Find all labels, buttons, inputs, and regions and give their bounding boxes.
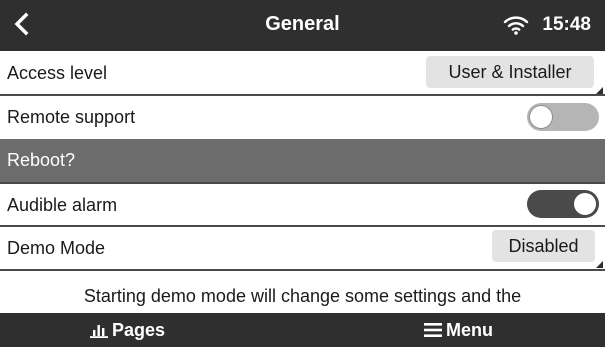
- access-level-row: Access level User & Installer: [0, 51, 605, 94]
- pages-label: Pages: [112, 320, 166, 340]
- remote-support-row: Remote support: [0, 96, 605, 139]
- dropdown-corner-icon: [596, 261, 603, 268]
- app-screen: General 15:48 Access level User & Instal…: [0, 0, 605, 347]
- reboot-button[interactable]: Reboot?: [0, 139, 605, 182]
- menu-label: Menu: [446, 320, 493, 340]
- clock: 15:48: [542, 14, 591, 35]
- pages-button[interactable]: Pages: [0, 313, 302, 347]
- demo-mode-select[interactable]: Disabled: [492, 230, 595, 262]
- reboot-label: Reboot?: [7, 150, 76, 170]
- audible-alarm-toggle[interactable]: [527, 190, 599, 218]
- toggle-knob: [529, 105, 553, 129]
- demo-mode-label: Demo Mode: [7, 238, 106, 258]
- footer-bar: Pages Menu: [0, 313, 605, 347]
- audible-alarm-label: Audible alarm: [7, 195, 118, 215]
- bar-chart-icon: [90, 325, 108, 338]
- hamburger-menu-icon: [424, 323, 442, 337]
- remote-support-label: Remote support: [7, 107, 136, 127]
- access-level-select[interactable]: User & Installer: [426, 56, 594, 88]
- remote-support-toggle[interactable]: [527, 103, 599, 131]
- demo-mode-info-text: Starting demo mode will change some sett…: [83, 286, 522, 306]
- toggle-knob: [573, 192, 597, 216]
- dropdown-corner-icon: [596, 87, 603, 94]
- access-level-label: Access level: [7, 63, 108, 83]
- header-bar: General 15:48: [0, 0, 605, 51]
- divider: [0, 269, 605, 271]
- audible-alarm-row: Audible alarm: [0, 184, 605, 225]
- wifi-icon: [503, 16, 529, 35]
- menu-button[interactable]: Menu: [303, 313, 605, 347]
- demo-mode-row: Demo Mode Disabled: [0, 227, 605, 269]
